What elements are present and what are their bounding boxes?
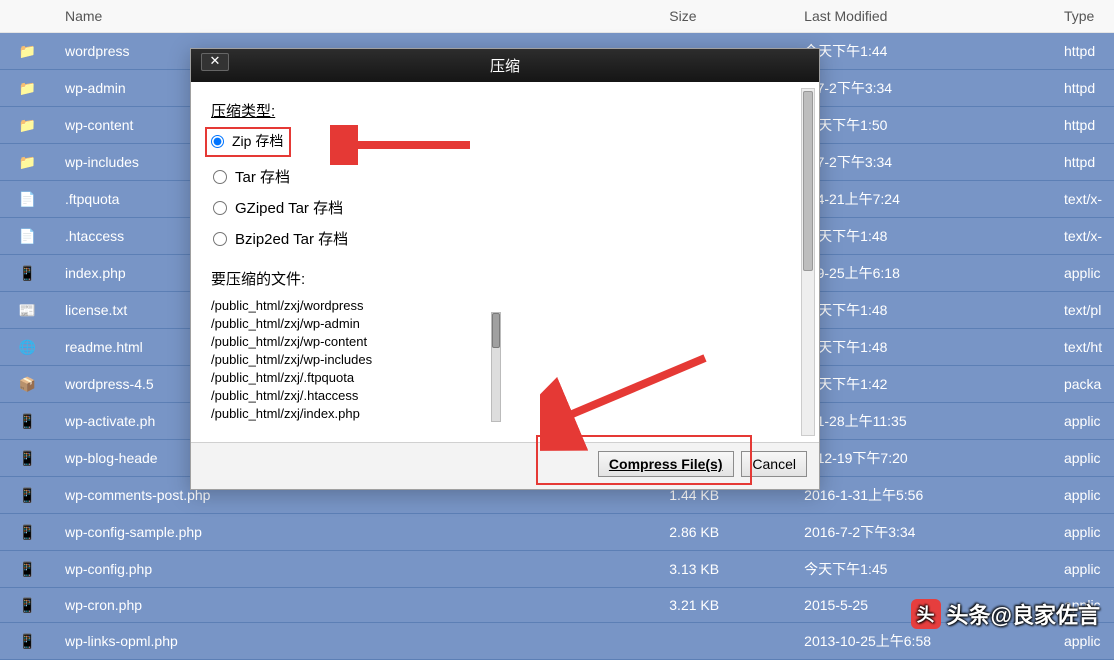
file-icon: 📰 (18, 301, 36, 319)
file-type: httpd (1054, 109, 1114, 141)
watermark-text: 头条@良家佐言 (947, 598, 1100, 630)
file-icon: 📄 (18, 190, 36, 208)
file-icon: 🌐 (18, 338, 36, 356)
file-name: wp-cron.php (55, 589, 659, 621)
cancel-button[interactable]: Cancel (741, 451, 807, 477)
file-size: 3.13 KB (659, 553, 794, 585)
file-type: text/pl (1054, 294, 1114, 326)
file-icon: 📁 (18, 42, 36, 60)
file-modified: 今天下午1:48 (794, 218, 1054, 254)
compress-dialog: ✕ 压缩 压缩类型: Zip 存档 Tar 存档 GZiped Tar 存档 B… (190, 48, 820, 490)
col-name[interactable]: Name (55, 0, 659, 33)
file-name: wp-links-opml.php (55, 625, 659, 657)
file-path: /public_html/zxj/wp-content (211, 333, 799, 351)
file-modified: 6-7-2下午3:34 (794, 70, 1054, 106)
file-type: packa (1054, 368, 1114, 400)
file-icon: 📱 (18, 449, 36, 467)
file-type: applic (1054, 442, 1114, 474)
file-icon: 📁 (18, 116, 36, 134)
table-row[interactable]: 📱 wp-config.php3.13 KB今天下午1:45applic (0, 551, 1114, 588)
file-icon: 📦 (18, 375, 36, 393)
file-path: /public_html/zxj/index.php (211, 405, 799, 423)
file-size (659, 633, 794, 649)
file-modified: 今天下午1:45 (794, 551, 1054, 587)
file-size: 2.86 KB (659, 516, 794, 548)
file-modified: 2016-1-31上午5:56 (794, 477, 1054, 513)
file-modified: 今天下午1:42 (794, 366, 1054, 402)
file-modified: 今天下午1:48 (794, 329, 1054, 365)
file-type: httpd (1054, 146, 1114, 178)
file-icon: 📱 (18, 412, 36, 430)
dialog-titlebar[interactable]: ✕ 压缩 (191, 49, 819, 82)
table-header-row: Name Size Last Modified Type (0, 0, 1114, 33)
col-modified[interactable]: Last Modified (794, 0, 1054, 33)
file-type: text/x- (1054, 183, 1114, 215)
file-icon: 📱 (18, 523, 36, 541)
files-list: /public_html/zxj/wordpress/public_html/z… (211, 297, 799, 423)
file-icon: 📄 (18, 227, 36, 245)
compress-button[interactable]: Compress File(s) (598, 451, 734, 477)
file-modified: 6-1-28上午11:35 (794, 403, 1054, 439)
close-icon[interactable]: ✕ (201, 53, 229, 71)
file-type: applic (1054, 257, 1114, 289)
radio-tar-label: Tar 存档 (235, 166, 290, 187)
dialog-footer: Compress File(s) Cancel (191, 442, 819, 489)
dialog-scrollbar[interactable] (801, 88, 815, 436)
watermark: 头 头条@良家佐言 (911, 598, 1100, 630)
file-icon: 📱 (18, 560, 36, 578)
file-modified: 5-12-19下午7:20 (794, 440, 1054, 476)
file-modified: 2016-7-2下午3:34 (794, 514, 1054, 550)
col-size[interactable]: Size (659, 0, 794, 33)
radio-gz[interactable] (213, 201, 227, 215)
files-scrollbar[interactable] (491, 312, 501, 422)
file-icon: 📱 (18, 264, 36, 282)
radio-bz2[interactable] (213, 232, 227, 246)
files-to-compress-label: 要压缩的文件: (211, 268, 799, 289)
file-name: wp-config.php (55, 553, 659, 585)
file-size: 3.21 KB (659, 589, 794, 621)
file-icon: 📁 (18, 153, 36, 171)
watermark-logo-icon: 头 (911, 599, 941, 629)
file-type: text/ht (1054, 331, 1114, 363)
file-icon: 📱 (18, 596, 36, 614)
radio-gz-label: GZiped Tar 存档 (235, 197, 343, 218)
file-path: /public_html/zxj/wp-includes (211, 351, 799, 369)
file-type: applic (1054, 405, 1114, 437)
dialog-title: 压缩 (490, 58, 520, 75)
file-type: applic (1054, 479, 1114, 511)
radio-zip-label: Zip 存档 (232, 131, 283, 151)
file-path: /public_html/zxj/.htaccess (211, 387, 799, 405)
file-type: httpd (1054, 72, 1114, 104)
file-path: /public_html/zxj/wordpress (211, 297, 799, 315)
file-type: text/x- (1054, 220, 1114, 252)
file-icon: 📁 (18, 79, 36, 97)
compress-type-group: Zip 存档 Tar 存档 GZiped Tar 存档 Bzip2ed Tar … (211, 129, 799, 254)
radio-tar[interactable] (213, 170, 227, 184)
file-type: applic (1054, 516, 1114, 548)
file-modified: 今天下午1:48 (794, 292, 1054, 328)
table-row[interactable]: 📱 wp-config-sample.php2.86 KB2016-7-2下午3:… (0, 514, 1114, 551)
highlight-zip-option: Zip 存档 (205, 127, 291, 157)
file-name: wp-config-sample.php (55, 516, 659, 548)
file-icon: 📱 (18, 486, 36, 504)
radio-bz2-label: Bzip2ed Tar 存档 (235, 228, 348, 249)
file-icon: 📱 (18, 632, 36, 650)
file-modified: 7-4-21上午7:24 (794, 181, 1054, 217)
file-type: applic (1054, 553, 1114, 585)
file-modified: 6-7-2下午3:34 (794, 144, 1054, 180)
file-type: httpd (1054, 35, 1114, 67)
file-path: /public_html/zxj/.ftpquota (211, 369, 799, 387)
dialog-scroll-thumb[interactable] (803, 91, 813, 271)
files-scroll-thumb[interactable] (492, 313, 500, 348)
col-type[interactable]: Type (1054, 0, 1114, 33)
compress-type-label: 压缩类型: (211, 100, 799, 121)
file-modified: 3-9-25上午6:18 (794, 255, 1054, 291)
file-modified: 今天下午1:50 (794, 107, 1054, 143)
file-path: /public_html/zxj/wp-admin (211, 315, 799, 333)
file-modified: 今天下午1:44 (794, 33, 1054, 69)
radio-zip[interactable] (211, 135, 224, 148)
